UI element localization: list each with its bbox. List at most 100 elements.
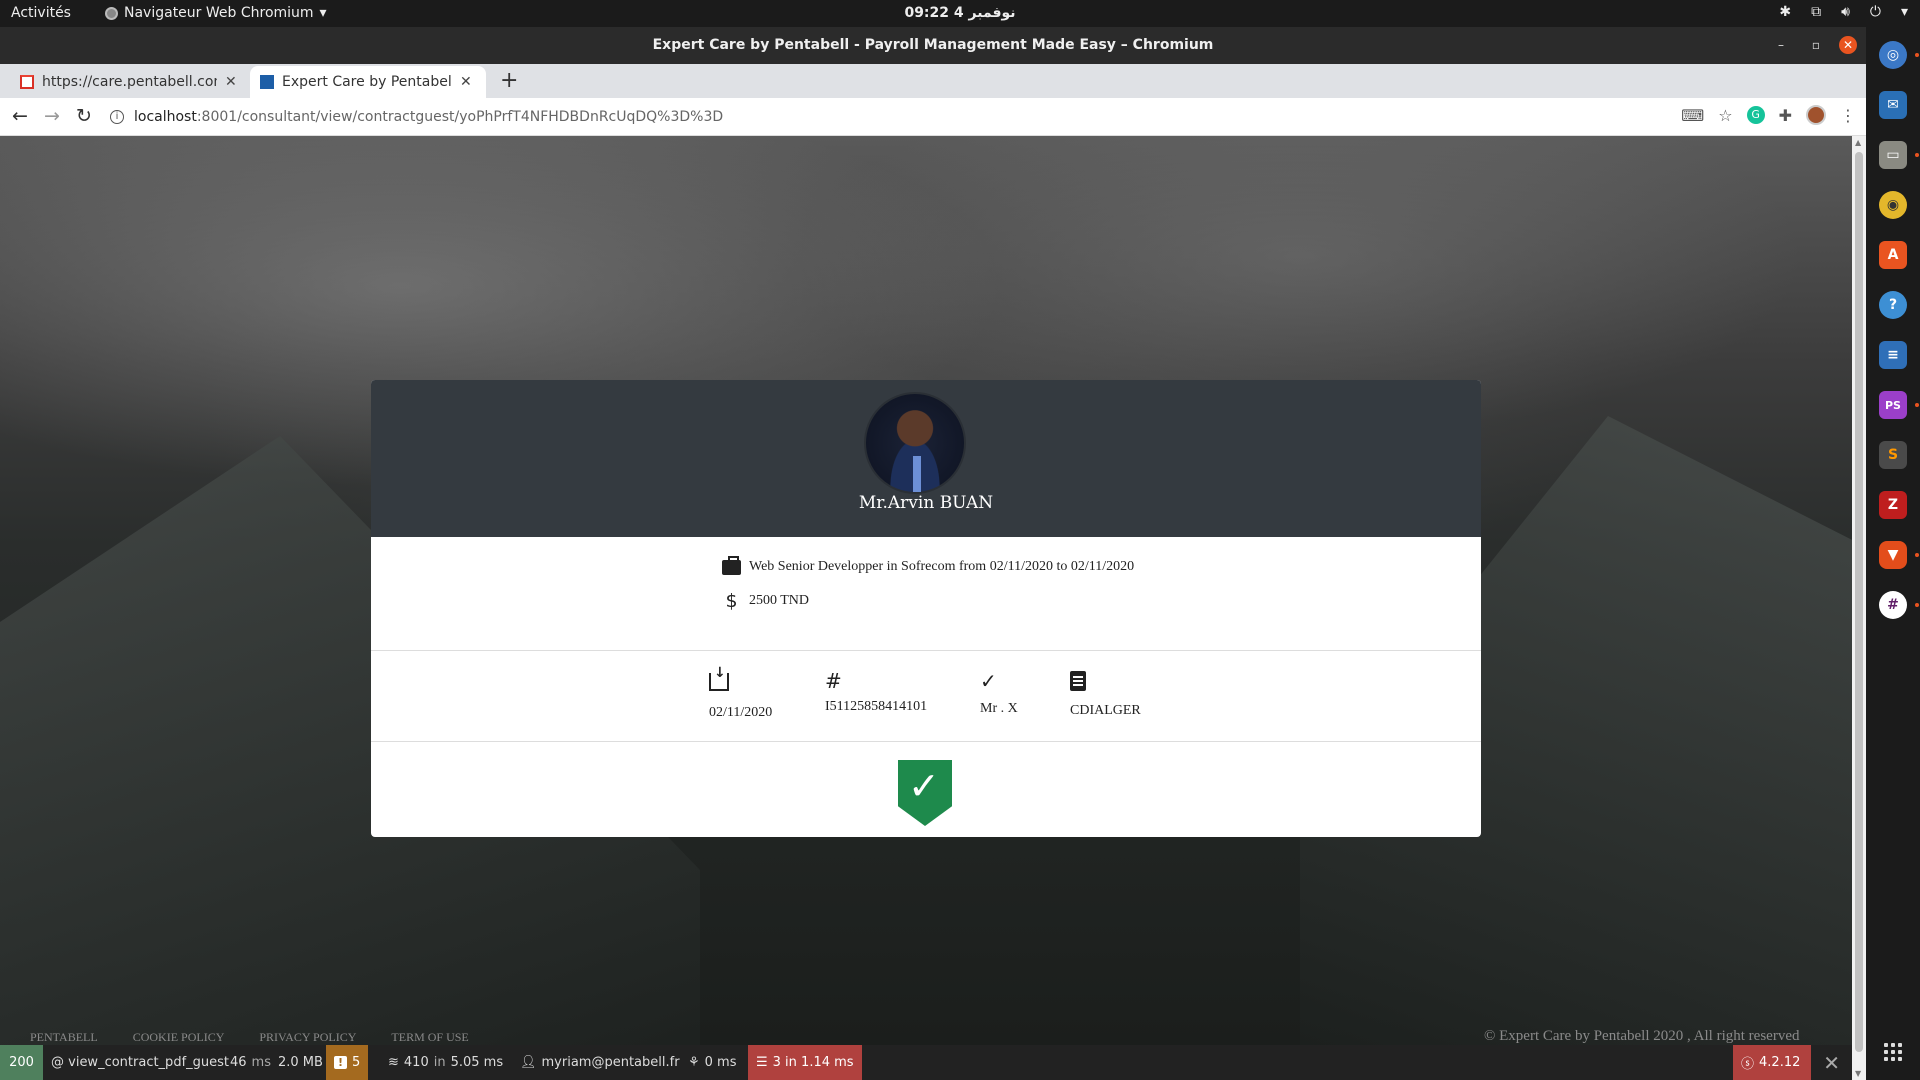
contract-info: Web Senior Developper in Sofrecom from 0… xyxy=(371,537,1481,651)
maximize-button[interactable]: ▫ xyxy=(1807,36,1825,54)
request-time-unit: ms xyxy=(251,1055,271,1070)
window-titlebar: Expert Care by Pentabell - Payroll Manag… xyxy=(0,27,1866,64)
warnings-count: 5 xyxy=(352,1055,361,1070)
footer-link-pentabell[interactable]: PENTABELL xyxy=(30,1030,98,1045)
tab-strip: https://care.pentabell.com ✕ Expert Care… xyxy=(0,64,1866,98)
close-window-button[interactable]: ✕ xyxy=(1839,36,1857,54)
page-scrollbar[interactable]: ▲ ▼ xyxy=(1852,136,1866,1080)
database-panel[interactable]: ☰ 3 in 1.14 ms xyxy=(748,1045,862,1080)
close-icon[interactable]: ✕ xyxy=(1823,1051,1840,1075)
forward-icon[interactable]: → xyxy=(44,105,60,127)
tab-close-icon[interactable]: ✕ xyxy=(225,74,237,90)
minimize-button[interactable]: – xyxy=(1772,36,1790,54)
help-icon[interactable]: ? xyxy=(1879,291,1907,319)
contract-type: CDIALGER xyxy=(1070,703,1141,718)
info-icon[interactable]: i xyxy=(110,110,124,124)
reload-icon[interactable]: ↻ xyxy=(76,105,92,127)
browser-toolbar: ← → ↻ i localhost:8001/consultant/view/c… xyxy=(0,98,1866,136)
software-center-icon[interactable]: A xyxy=(1879,241,1907,269)
briefcase-icon xyxy=(722,555,741,575)
new-tab-button[interactable]: + xyxy=(500,68,518,93)
contract-card: Mr.Arvin BUAN Web Senior Developper in S… xyxy=(371,380,1481,837)
user-icon: 👤︎ xyxy=(520,1055,537,1070)
document-icon xyxy=(1070,671,1086,691)
menu-kebab-icon[interactable]: ⋮ xyxy=(1840,106,1856,125)
download-icon[interactable] xyxy=(709,665,729,691)
chromium-icon[interactable]: ◎ xyxy=(1879,41,1907,69)
dollar-icon: $ xyxy=(725,590,738,612)
cache-count: 410 xyxy=(403,1055,429,1070)
address-bar[interactable]: i localhost:8001/consultant/view/contrac… xyxy=(110,103,1670,131)
contract-validator: Mr . X xyxy=(980,701,1018,716)
pentabell-icon xyxy=(260,75,274,89)
hash-icon: # xyxy=(825,669,842,693)
download-date-item[interactable]: 02/11/2020 xyxy=(709,665,772,721)
bookmark-star-icon[interactable]: ☆ xyxy=(1718,106,1732,125)
status-code[interactable]: 200 xyxy=(0,1045,43,1080)
tab-title: https://care.pentabell.com xyxy=(42,74,217,90)
brave-icon[interactable]: ▼ xyxy=(1879,541,1907,569)
phpstorm-icon[interactable]: PS xyxy=(1879,391,1907,419)
symfony-icon: ⓢ xyxy=(1741,1057,1755,1072)
cache-time: 5.05 ms xyxy=(450,1055,504,1070)
os-top-bar: Activités Navigateur Web Chromium ▾ نوفم… xyxy=(0,0,1920,27)
twig-panel[interactable]: ⚘ 0 ms xyxy=(680,1045,745,1080)
salary-value: 2500 TND xyxy=(749,593,810,608)
thunderbird-icon[interactable]: ✉ xyxy=(1879,91,1907,119)
symfony-version[interactable]: ⓢ 4.2.12 xyxy=(1733,1045,1811,1080)
warnings-panel[interactable]: ! 5 xyxy=(326,1045,369,1080)
filezilla-icon[interactable]: Z xyxy=(1879,491,1907,519)
scrollbar-thumb[interactable] xyxy=(1855,152,1863,1052)
files-icon[interactable]: ▭ xyxy=(1879,141,1907,169)
network-icon[interactable]: ⧉ xyxy=(1811,4,1821,20)
memory-usage[interactable]: 2.0 MB xyxy=(270,1045,331,1080)
check-icon: ✓ xyxy=(980,669,997,693)
page-background: Mr.Arvin BUAN Web Senior Developper in S… xyxy=(0,136,1852,1045)
twig-icon: ⚘ xyxy=(688,1055,700,1070)
twig-time: 0 ms xyxy=(704,1055,737,1070)
power-icon[interactable]: ⏻ xyxy=(1870,4,1881,20)
route-name[interactable]: @ view_contract_pdf_guest xyxy=(43,1045,237,1080)
app-grid-icon[interactable] xyxy=(1884,1043,1902,1061)
back-icon[interactable]: ← xyxy=(12,105,28,127)
system-tray[interactable]: ✱ ⧉ 🔊︎ ⏻ ▾ xyxy=(1779,4,1908,20)
verified-shield-icon: ✓ xyxy=(898,760,952,826)
layers-icon: ≋ xyxy=(388,1055,399,1070)
contract-reference: I51125858414101 xyxy=(825,699,928,714)
warning-icon: ! xyxy=(334,1056,348,1069)
cache-panel[interactable]: ≋ 410 in 5.05 ms xyxy=(380,1045,511,1080)
slack-icon[interactable]: # xyxy=(1879,591,1907,619)
db-queries: 3 in 1.14 ms xyxy=(772,1055,854,1070)
clock[interactable]: نوفمبر 4 09:22 xyxy=(0,5,1920,21)
footer-link-term-of-use[interactable]: TERM OF USE xyxy=(391,1030,468,1045)
tab-expert-care[interactable]: Expert Care by Pentabell - Payroll Manag… xyxy=(250,66,486,98)
extension-icon[interactable]: ✱ xyxy=(1779,4,1791,20)
volume-icon[interactable]: 🔊︎ xyxy=(1841,4,1850,20)
footer-link-cookie-policy[interactable]: COOKIE POLICY xyxy=(133,1030,225,1045)
footer-link-privacy-policy[interactable]: PRIVACY POLICY xyxy=(259,1030,356,1045)
chevron-down-icon[interactable]: ▾ xyxy=(1901,4,1908,20)
writer-icon[interactable]: ≡ xyxy=(1879,341,1907,369)
tab-gmail[interactable]: https://care.pentabell.com ✕ xyxy=(10,66,247,98)
page-footer-links: PENTABELL COOKIE POLICY PRIVACY POLICY T… xyxy=(30,1030,469,1045)
verification-section: ✓ xyxy=(371,742,1481,837)
sublime-text-icon[interactable]: S xyxy=(1879,441,1907,469)
validator-item: ✓ Mr . X xyxy=(980,669,1018,717)
contract-description: Web Senior Developper in Sofrecom from 0… xyxy=(749,559,1135,574)
rhythmbox-icon[interactable]: ◉ xyxy=(1879,191,1907,219)
ubuntu-dock: ◎ ✉ ▭ ◉ A ? ≡ PS S Z ▼ # xyxy=(1866,27,1920,1080)
cache-in: in xyxy=(433,1055,446,1070)
grammarly-icon[interactable]: G xyxy=(1746,106,1765,124)
user-panel[interactable]: 👤︎ myriam@pentabell.fr xyxy=(512,1045,688,1080)
card-header: Mr.Arvin BUAN xyxy=(371,380,1481,537)
database-icon: ☰ xyxy=(756,1055,768,1070)
debug-toolbar: 200 @ view_contract_pdf_guest 46 ms 2.0 … xyxy=(0,1045,1852,1080)
tab-close-icon[interactable]: ✕ xyxy=(460,74,472,90)
contract-meta: 02/11/2020 # I51125858414101 ✓ Mr . X CD… xyxy=(371,651,1481,742)
translate-icon[interactable]: ⌨ xyxy=(1681,106,1704,125)
profile-avatar-icon[interactable] xyxy=(1806,105,1826,125)
user-email: myriam@pentabell.fr xyxy=(541,1055,680,1070)
contract-row: Web Senior Developper in Sofrecom from 0… xyxy=(722,555,1135,575)
extensions-puzzle-icon[interactable]: ✚ xyxy=(1779,106,1792,125)
tab-title: Expert Care by Pentabell - Payroll Manag… xyxy=(282,74,452,90)
